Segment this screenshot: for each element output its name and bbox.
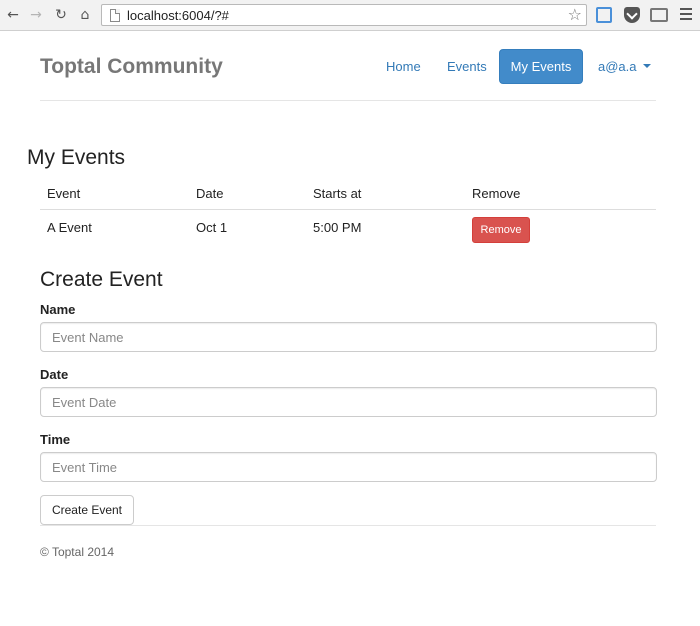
back-icon[interactable]: ← xyxy=(4,6,22,24)
remove-button[interactable]: Remove xyxy=(472,217,530,243)
chevron-down-icon xyxy=(642,63,651,68)
forward-icon[interactable]: → xyxy=(27,6,45,24)
bookmark-star-icon[interactable]: ☆ xyxy=(568,5,582,24)
my-events-heading: My Events xyxy=(27,146,126,169)
create-event-heading: Create Event xyxy=(40,268,163,291)
column-header-remove: Remove xyxy=(472,186,521,201)
nav-home[interactable]: Home xyxy=(386,59,421,74)
column-header-date: Date xyxy=(196,186,224,201)
event-name-input[interactable] xyxy=(40,322,657,352)
footer-text: © Toptal 2014 xyxy=(40,545,115,559)
pocket-icon[interactable] xyxy=(624,7,640,23)
address-bar[interactable]: localhost:6004/?# ☆ xyxy=(101,4,587,26)
nav-my-events[interactable]: My Events xyxy=(499,49,583,84)
extension-icon[interactable] xyxy=(596,7,612,23)
event-name-cell: A Event xyxy=(47,220,92,235)
browser-menu-icon[interactable] xyxy=(680,8,692,24)
event-date-cell: Oct 1 xyxy=(196,220,228,235)
browser-toolbar: ← → ↻ ⌂ localhost:6004/?# ☆ xyxy=(0,0,700,31)
site-navbar: Toptal Community Home Events My Events a… xyxy=(40,31,656,101)
column-header-event: Event xyxy=(47,186,81,201)
user-dropdown[interactable]: a@a.a xyxy=(598,59,651,74)
reload-icon[interactable]: ↻ xyxy=(52,6,70,24)
name-label: Name xyxy=(40,302,76,317)
event-time-cell: 5:00 PM xyxy=(313,220,362,235)
home-icon[interactable]: ⌂ xyxy=(76,6,94,24)
column-header-starts-at: Starts at xyxy=(313,186,362,201)
page-icon xyxy=(110,9,120,22)
time-label: Time xyxy=(40,432,71,447)
create-event-button[interactable]: Create Event xyxy=(40,495,134,525)
date-label: Date xyxy=(40,367,69,382)
events-table: Event Date Starts at Remove A Event Oct … xyxy=(40,180,656,250)
cast-icon[interactable] xyxy=(650,8,668,22)
event-date-input[interactable] xyxy=(40,387,657,417)
event-time-input[interactable] xyxy=(40,452,657,482)
table-row: A Event Oct 1 5:00 PM Remove xyxy=(40,210,656,250)
user-email: a@a.a xyxy=(598,59,637,74)
brand[interactable]: Toptal Community xyxy=(40,55,223,79)
nav-events[interactable]: Events xyxy=(447,59,487,74)
footer-divider xyxy=(40,525,656,526)
table-header: Event Date Starts at Remove xyxy=(40,180,656,210)
url-text[interactable]: localhost:6004/?# xyxy=(127,8,229,23)
